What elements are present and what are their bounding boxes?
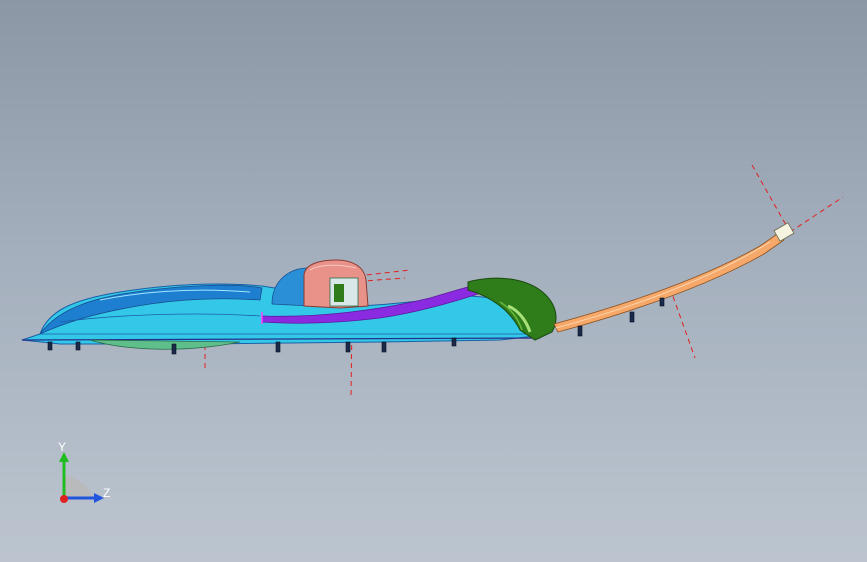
light-guide-tube[interactable] bbox=[553, 222, 795, 333]
y-axis-label: Y bbox=[58, 440, 67, 454]
lens-cap[interactable] bbox=[303, 259, 369, 309]
graphics-viewport[interactable]: Y Z bbox=[0, 0, 867, 562]
coordinate-triad[interactable]: Y Z bbox=[40, 436, 130, 516]
z-axis-label: Z bbox=[103, 486, 111, 500]
cad-model-view[interactable] bbox=[0, 0, 867, 562]
lamp-housing[interactable] bbox=[21, 267, 541, 350]
coordinate-triad-icon bbox=[59, 452, 104, 503]
